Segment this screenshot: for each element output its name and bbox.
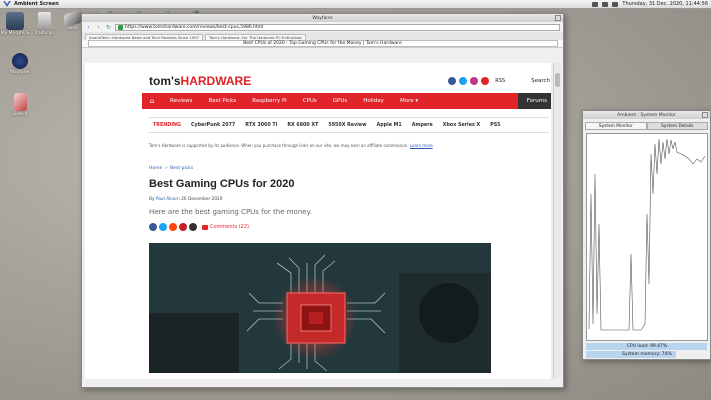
share-bar: Comments (22) [149, 223, 249, 231]
publish-date: 26 December 2020 [181, 197, 223, 202]
tray-icon[interactable] [612, 1, 619, 7]
article-hero-image [149, 243, 491, 373]
article-byline: By Paul Alcorn 26 December 2020 [149, 197, 223, 202]
nav-raspberry-pi[interactable]: Raspberry Pi [244, 98, 294, 104]
breadcrumb-best-picks[interactable]: Best-picks [170, 166, 193, 171]
back-button[interactable]: ‹ [85, 24, 92, 31]
nav-gpus[interactable]: GPUs [325, 98, 355, 104]
breadcrumb-home[interactable]: Home [149, 166, 162, 171]
tray-icon[interactable] [602, 1, 609, 7]
drive-icon [64, 9, 82, 28]
browser-toolbar: ‹ › ↻ https://www.tomshardware.com/revie… [82, 22, 563, 32]
scrollbar-thumb[interactable] [555, 73, 560, 87]
trending-link[interactable]: RTX 3060 Ti [245, 123, 277, 128]
system-monitor-window: Ambient : System Monitor System Monitor … [582, 110, 711, 360]
nav-best-picks[interactable]: Best Picks [201, 98, 245, 104]
twitter-icon[interactable] [459, 77, 468, 85]
browser-window: Wayfarer ‹ › ↻ https://www.tomshardware.… [81, 13, 564, 388]
cpu-chip-illustration [149, 243, 491, 373]
page-title: Best CPUs of 2020 - Top Gaming CPUs for … [87, 40, 558, 47]
memory-stat: System memory: 74% [586, 351, 708, 358]
desktop-icon-wayfarer[interactable]: Wayfarer [5, 53, 35, 75]
sysmon-titlebar[interactable]: Ambient : System Monitor [583, 111, 710, 119]
browser-titlebar[interactable]: Wayfarer [82, 14, 563, 22]
trending-link[interactable]: Apple M1 [377, 123, 402, 128]
trashcan-icon [37, 12, 51, 30]
active-app-name[interactable]: Ambient Screen [14, 1, 59, 7]
url-bar[interactable]: https://www.tomshardware.com/reviews/bes… [115, 23, 560, 31]
home-icon[interactable]: ⌂ [142, 97, 162, 105]
tab-system-details[interactable]: System Details [646, 122, 708, 130]
social-links: RSS [448, 77, 505, 85]
rss-link[interactable]: RSS [495, 78, 505, 84]
author-link[interactable]: Paul Alcorn [156, 197, 180, 202]
url-text: https://www.tomshardware.com/reviews/bes… [125, 24, 264, 30]
window-depth-button[interactable] [702, 112, 708, 118]
article-standfirst: Here are the best gaming CPUs for the mo… [149, 208, 312, 216]
site-header: tom'sHARDWARE RSS Search [149, 73, 551, 89]
search-button[interactable]: Search [531, 78, 551, 84]
instagram-icon[interactable] [470, 77, 479, 85]
forward-button[interactable]: › [95, 24, 102, 31]
flipboard-icon[interactable] [481, 77, 490, 85]
trending-label: TRENDING [153, 122, 181, 128]
breadcrumb: Home > Best-picks [149, 166, 193, 171]
site-logo[interactable]: tom'sHARDWARE [149, 74, 251, 88]
browser-tabs: AnandTech: Hardware News and Tech Review… [82, 32, 563, 40]
breadcrumb-separator: > [164, 166, 169, 171]
desktop-icon-trashcan[interactable]: Trashcan [29, 12, 59, 36]
reddit-share-icon[interactable] [169, 223, 177, 231]
main-nav: ⌂ Reviews Best Picks Raspberry Pi CPUs G… [142, 93, 551, 109]
morphos-logo-icon[interactable] [3, 1, 11, 7]
pinterest-share-icon[interactable] [179, 223, 187, 231]
web-content: tom'sHARDWARE RSS Search ⌂ Reviews Best … [85, 63, 551, 379]
menubar: Ambient Screen Thursday, 31 Dec. 2020, 1… [0, 0, 711, 9]
page-title-bar: Best CPUs of 2020 - Top Gaming CPUs for … [82, 40, 563, 48]
trending-link[interactable]: Xbox Series X [443, 123, 480, 128]
wayfarer-icon [12, 53, 28, 69]
sketch-icon [13, 93, 27, 111]
cpu-history-line [588, 138, 706, 331]
tray-icon[interactable] [592, 1, 599, 7]
vertical-scrollbar[interactable] [553, 63, 561, 379]
cpu-load-graph [586, 133, 708, 341]
clock[interactable]: Thursday, 31 Dec. 2020, 11:44:56 [622, 1, 708, 7]
nav-holiday[interactable]: Holiday [355, 98, 392, 104]
facebook-icon[interactable] [448, 77, 457, 85]
computer-icon [6, 12, 24, 30]
trending-link[interactable]: Ampere [412, 123, 433, 128]
trending-link[interactable]: 5950X Review [328, 123, 366, 128]
secure-shield-icon [118, 24, 123, 30]
window-depth-button[interactable] [555, 15, 561, 21]
trending-bar: TRENDING CyberPunk 2077 RTX 3060 Ti RX 6… [149, 117, 549, 133]
trending-link[interactable]: PS5 [490, 123, 500, 128]
nav-cpus[interactable]: CPUs [295, 98, 325, 104]
sysmon-tabs: System Monitor System Details [585, 122, 708, 130]
reload-button[interactable]: ↻ [105, 24, 112, 31]
nav-reviews[interactable]: Reviews [162, 98, 201, 104]
desktop-icon-mymorphos[interactable]: My MorphOS [0, 12, 30, 36]
cpu-load-stat: CPU load: 99.47% [586, 343, 708, 350]
comments-link[interactable]: Comments (22) [202, 224, 249, 230]
facebook-share-icon[interactable] [149, 223, 157, 231]
tab-system-monitor[interactable]: System Monitor [585, 122, 647, 130]
nav-more[interactable]: More ▾ [392, 98, 426, 104]
learn-more-link[interactable]: Learn more [410, 143, 433, 148]
trending-link[interactable]: CyberPunk 2077 [191, 123, 235, 128]
nav-forums[interactable]: Forums [517, 93, 551, 109]
comment-icon [202, 224, 208, 230]
affiliate-disclosure: Tom's Hardware is supported by its audie… [149, 143, 433, 148]
trending-link[interactable]: RX 6800 XT [287, 123, 318, 128]
twitter-share-icon[interactable] [159, 223, 167, 231]
email-share-icon[interactable] [189, 223, 197, 231]
article-headline: Best Gaming CPUs for 2020 [149, 178, 295, 190]
desktop-icon-sketch[interactable]: Sketch [5, 93, 35, 117]
menubar-tray: Thursday, 31 Dec. 2020, 11:44:56 [592, 1, 711, 7]
